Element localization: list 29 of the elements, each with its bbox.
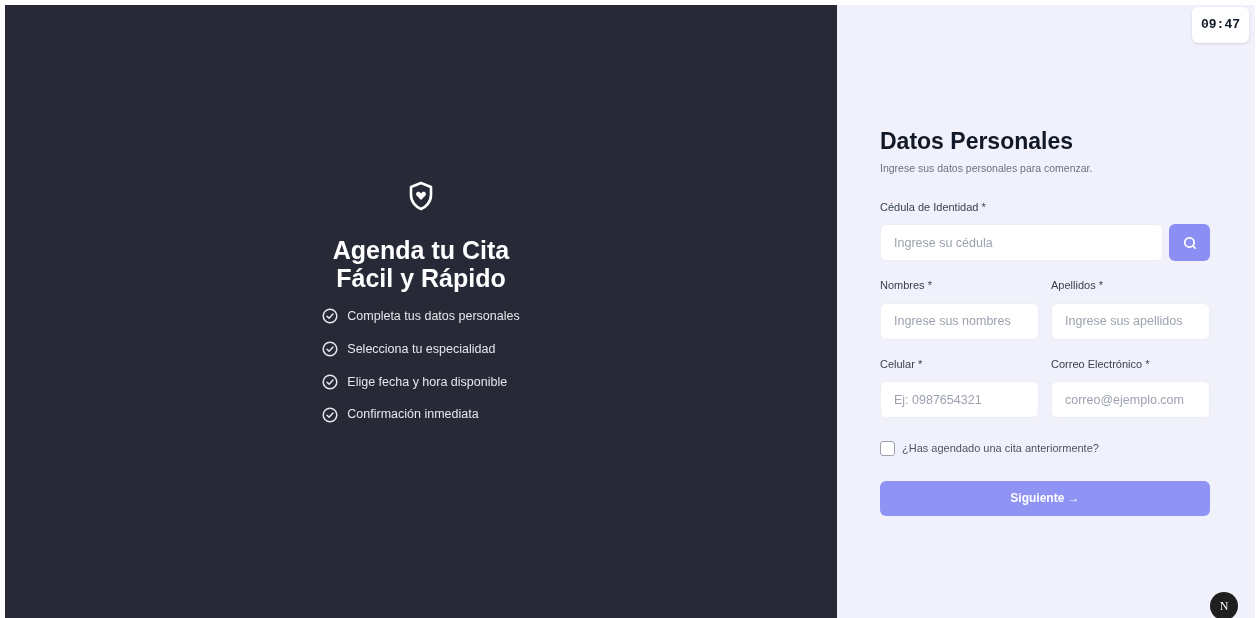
input-field[interactable]: Ej: 0987654321 (880, 381, 1039, 419)
search-icon (1182, 235, 1197, 250)
hero-title: Agenda tu Cita (332, 236, 510, 264)
feature-text: Completa tus datos personales (347, 308, 520, 325)
shield-heart-icon (408, 181, 434, 211)
check-circle-icon (322, 341, 339, 358)
field-label: Correo Electrónico * (1051, 356, 1151, 372)
checkbox[interactable] (880, 441, 895, 456)
field-label: Cédula de Identidad * (880, 199, 987, 215)
input-field[interactable]: Ingrese sus apellidos (1051, 302, 1210, 340)
form-title: Datos Personales (880, 127, 1075, 156)
feature-text: Confirmación inmediata (347, 406, 479, 424)
check-circle-icon (322, 308, 339, 325)
search-button[interactable] (1169, 224, 1210, 262)
dev-badge[interactable]: N (1210, 592, 1238, 618)
check-circle-icon (322, 373, 339, 390)
clock: 09:47 (1192, 7, 1249, 43)
feature-text: Elige fecha y hora disponible (347, 373, 508, 391)
feature-text: Selecciona tu especialidad (347, 340, 496, 358)
checkbox-label: ¿Has agendado una cita anteriormente? (902, 441, 1099, 457)
field-label: Nombres * (880, 278, 933, 294)
field-label: Apellidos * (1051, 278, 1104, 294)
check-circle-icon (322, 406, 339, 423)
hero-title: Fácil y Rápido (336, 264, 506, 292)
field-label: Celular * (880, 356, 924, 372)
input-field[interactable]: correo@ejemplo.com (1051, 381, 1210, 419)
form-subtitle: Ingrese sus datos personales para comenzar. (880, 161, 1094, 176)
input-field[interactable]: Ingrese sus nombres (880, 302, 1039, 340)
input-field[interactable]: Ingrese su cédula (880, 224, 1163, 262)
